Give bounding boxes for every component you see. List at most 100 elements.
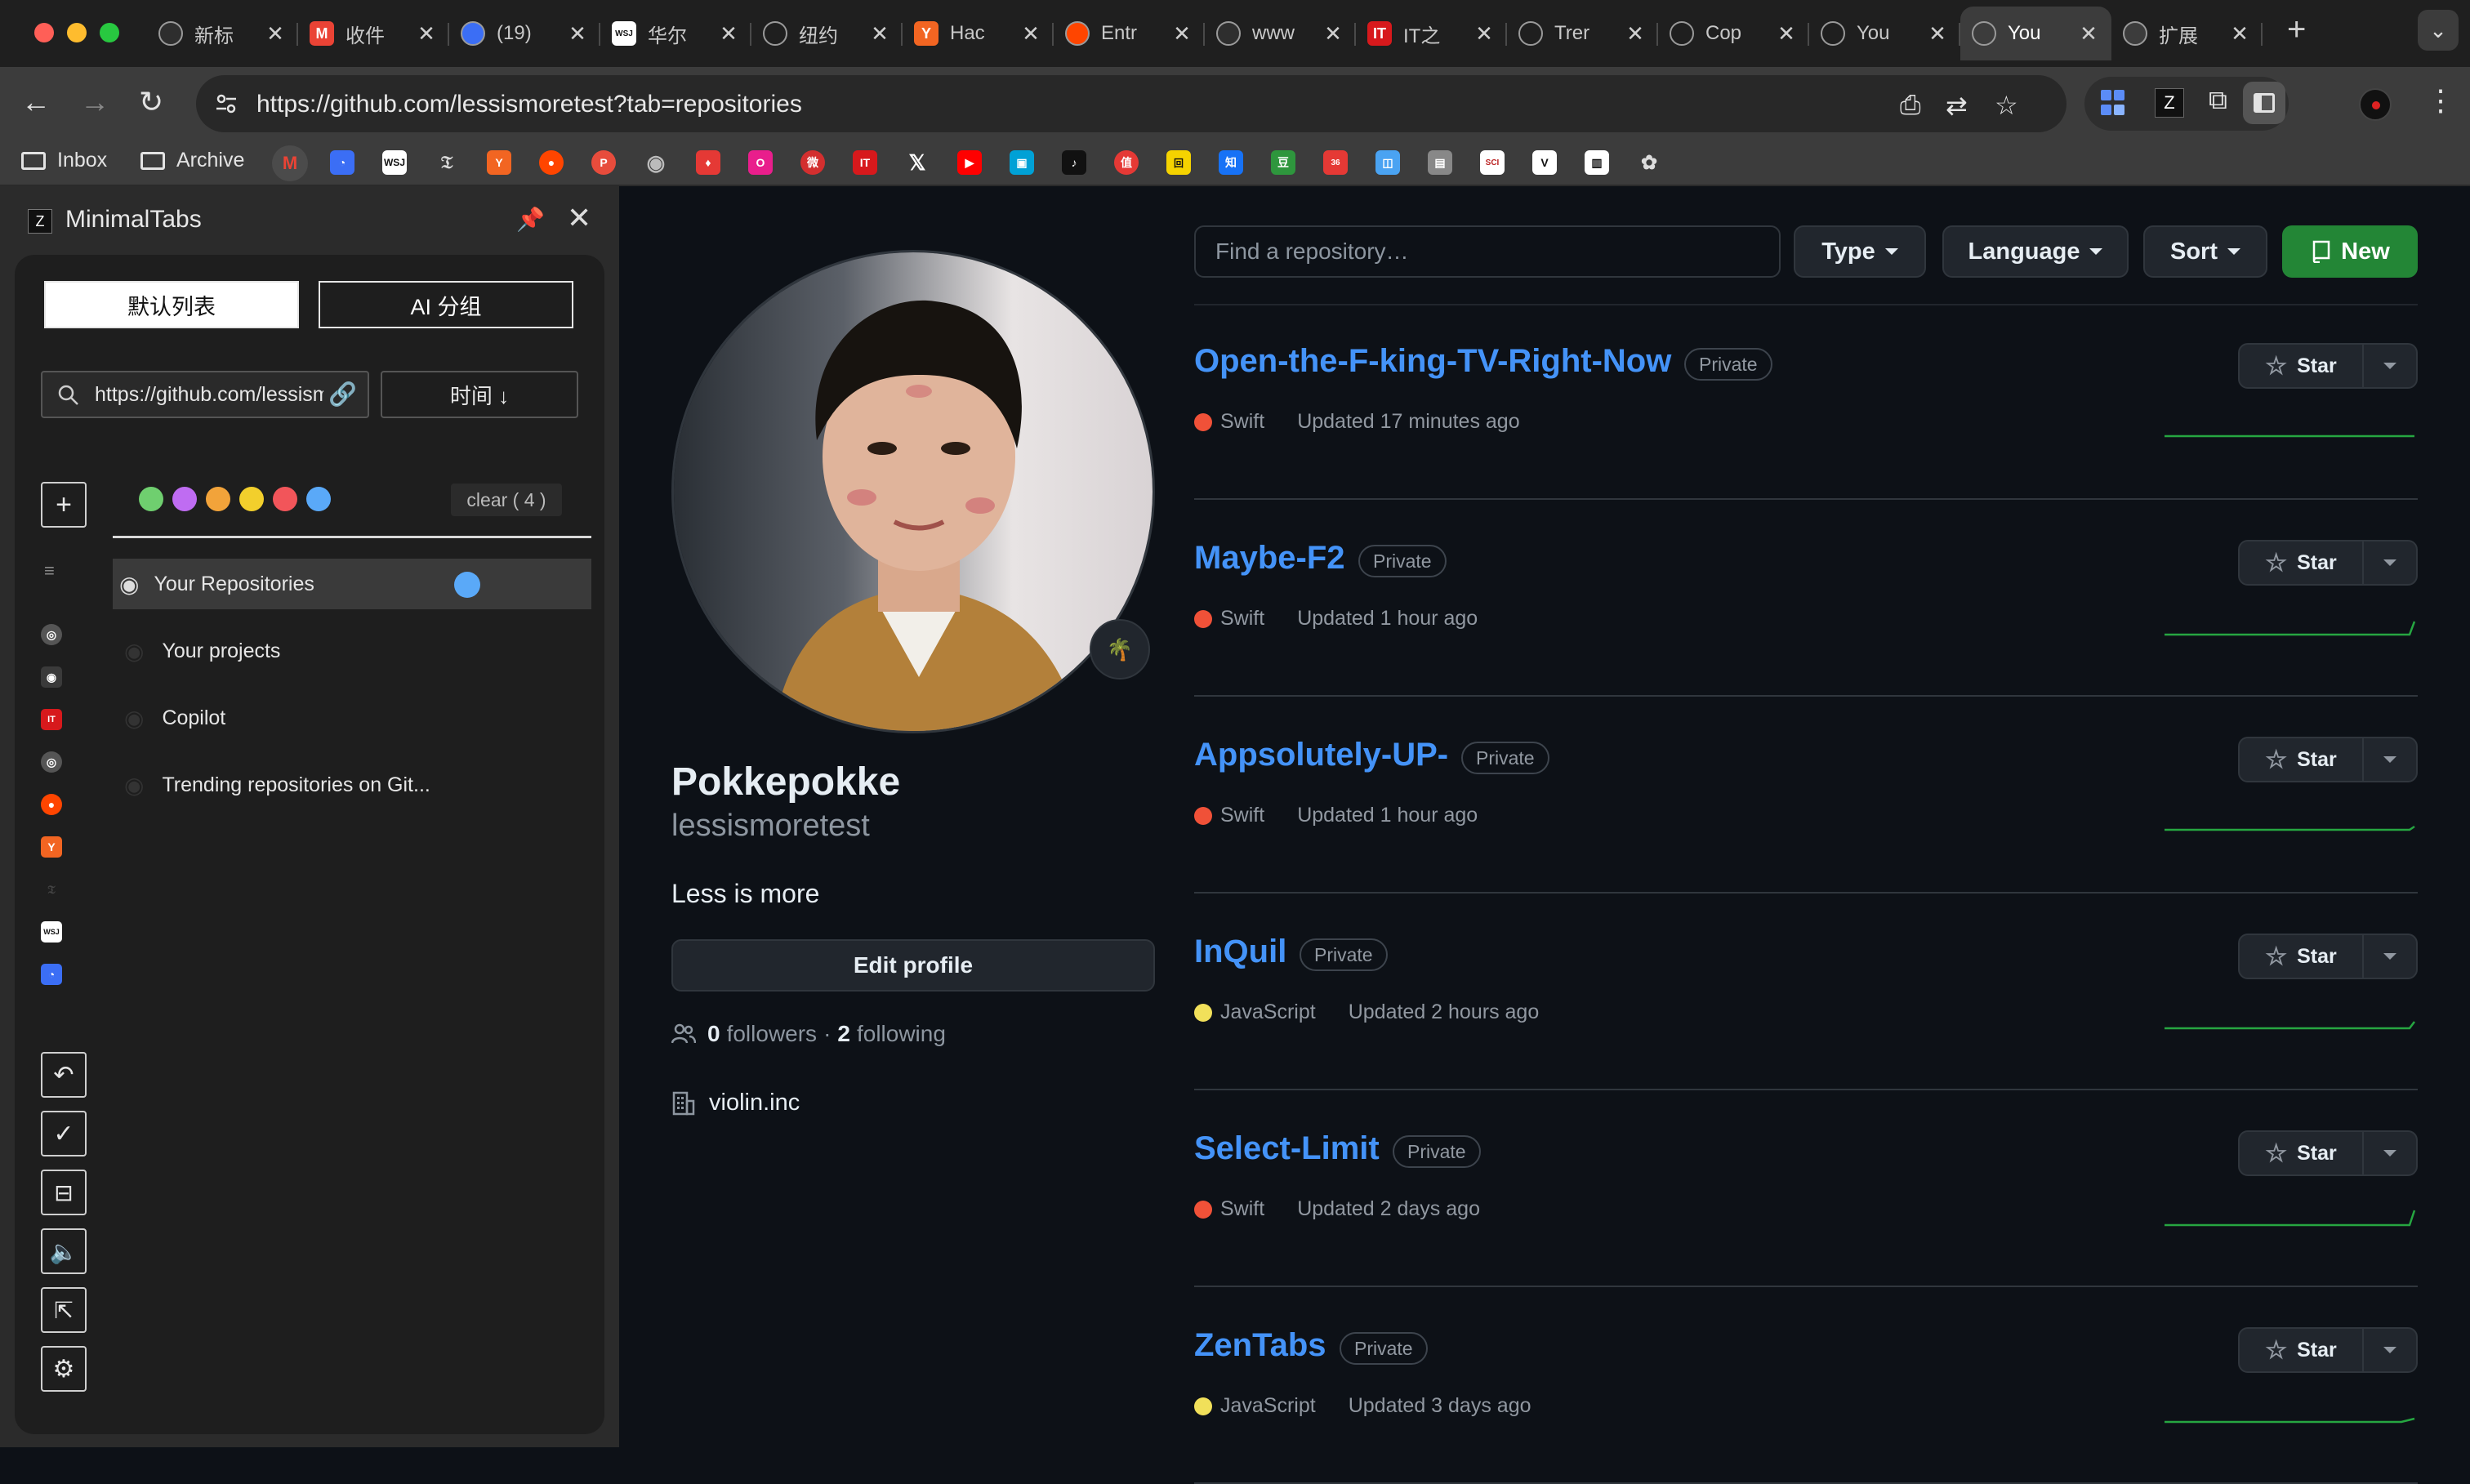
star-list-dropdown[interactable] (2364, 1132, 2416, 1174)
bookmark-reddit[interactable]: ● (539, 150, 564, 175)
wsj-icon[interactable]: WSJ (41, 921, 62, 943)
browser-tab[interactable]: M 收件 ✕ (298, 7, 449, 60)
add-group-button[interactable]: + (41, 482, 87, 528)
close-tab-icon[interactable]: ✕ (1019, 21, 1042, 47)
site-info-icon[interactable] (214, 91, 239, 116)
star-button[interactable]: ☆ Star (2240, 738, 2364, 781)
clock-icon[interactable]: ◔ (41, 964, 62, 985)
browser-tab[interactable]: You ✕ (1960, 7, 2111, 60)
chrome-icon[interactable]: ◎ (41, 751, 62, 773)
default-list-tab[interactable]: 默认列表 (44, 281, 299, 328)
close-tab-icon[interactable]: ✕ (1170, 21, 1193, 47)
browser-tab[interactable]: 扩展 ✕ (2111, 7, 2263, 60)
bookmark-news[interactable]: 回 (1166, 150, 1191, 175)
browser-tab[interactable]: IT IT之 ✕ (1356, 7, 1507, 60)
star-list-dropdown[interactable] (2364, 1329, 2416, 1371)
tab-item-copilot[interactable]: ◉ Copilot (113, 693, 591, 743)
settings-gear-icon[interactable]: ⚙ (41, 1346, 87, 1392)
color-filter-dot[interactable] (172, 487, 197, 511)
color-filter-dot[interactable] (306, 487, 331, 511)
browser-tab[interactable]: 纽约 ✕ (751, 7, 903, 60)
close-tab-icon[interactable]: ✕ (2228, 21, 2251, 47)
color-filter-dot[interactable] (273, 487, 297, 511)
find-repository-input[interactable] (1194, 225, 1781, 278)
link-icon[interactable]: 🔗 (328, 381, 357, 408)
star-button[interactable]: ☆ Star (2240, 345, 2364, 387)
repo-name-link[interactable]: Appsolutely-UP- (1194, 737, 1448, 773)
ithome-icon[interactable]: IT (41, 709, 62, 730)
url-text[interactable]: https://github.com/lessismoretest?tab=re… (256, 91, 802, 118)
tab-item-trending[interactable]: ◉ Trending repositories on Git... (113, 760, 591, 810)
install-app-icon[interactable]: ⎙ (1900, 90, 1921, 121)
bookmark-wsj[interactable]: WSJ (382, 150, 407, 175)
browser-tab[interactable]: You ✕ (1809, 7, 1960, 60)
language-filter-button[interactable]: Language (1942, 225, 2129, 278)
star-button[interactable]: ☆ Star (2240, 1329, 2364, 1371)
browser-tab[interactable]: www ✕ (1205, 7, 1356, 60)
close-tab-icon[interactable]: ✕ (566, 21, 589, 47)
bookmark-github[interactable]: ◉ (644, 150, 668, 175)
bookmark-producthunt[interactable]: P (591, 150, 616, 175)
extension-grid-icon[interactable] (2101, 90, 2127, 116)
sort-by-time-button[interactable]: 时间 ↓ (381, 371, 578, 418)
browser-tab[interactable]: Cop ✕ (1658, 7, 1809, 60)
browser-tab[interactable]: Y Hac ✕ (903, 7, 1054, 60)
bookmark-verge[interactable]: V (1532, 150, 1557, 175)
bookmark-star-icon[interactable]: ☆ (1995, 90, 2018, 121)
back-button[interactable]: ← (21, 85, 51, 119)
repo-name-link[interactable]: ZenTabs (1194, 1327, 1326, 1364)
edit-profile-button[interactable]: Edit profile (671, 939, 1155, 992)
status-emoji-badge[interactable]: 🌴 (1090, 619, 1150, 680)
archive-icon[interactable]: ⊟ (41, 1170, 87, 1215)
address-bar[interactable]: https://github.com/lessismoretest?tab=re… (196, 75, 2067, 132)
bookmark-x[interactable]: 𝕏 (905, 150, 930, 175)
close-tab-icon[interactable]: ✕ (1775, 21, 1798, 47)
close-tab-icon[interactable]: ✕ (1473, 21, 1496, 47)
bookmark-clock[interactable]: ◔ (330, 150, 354, 175)
bookmark-zhihu[interactable]: 知 (1219, 150, 1243, 175)
pin-icon[interactable]: 📌 (516, 206, 545, 233)
bookmark-gmail[interactable]: M (272, 145, 308, 181)
bookmark-bilibili[interactable]: ▣ (1010, 150, 1034, 175)
new-repository-button[interactable]: New (2282, 225, 2418, 278)
close-tab-icon[interactable]: ✕ (415, 21, 438, 47)
type-filter-button[interactable]: Type (1794, 225, 1926, 278)
star-list-dropdown[interactable] (2364, 935, 2416, 978)
side-panel-toggle-icon[interactable] (2243, 82, 2285, 124)
bookmark-douban[interactable]: 豆 (1271, 150, 1295, 175)
check-icon[interactable]: ✓ (41, 1111, 87, 1156)
followers-count[interactable]: 0 (707, 1021, 720, 1047)
star-list-dropdown[interactable] (2364, 738, 2416, 781)
extensions-puzzle-icon[interactable]: ⧉ (2209, 85, 2227, 116)
translate-icon[interactable]: ⇄ (1946, 90, 1968, 121)
tab-search-button[interactable]: ⌄ (2418, 10, 2459, 51)
bookmark-photo[interactable]: ▤ (1428, 150, 1452, 175)
browser-tab[interactable]: Trer ✕ (1507, 7, 1658, 60)
new-tab-button[interactable]: + (2287, 11, 2306, 48)
reload-button[interactable]: ↻ (139, 85, 163, 119)
close-window-button[interactable] (34, 23, 54, 42)
reply-all-icon[interactable]: ↶ (41, 1052, 87, 1098)
color-filter-dot[interactable] (139, 487, 163, 511)
repo-name-link[interactable]: Maybe-F2 (1194, 540, 1345, 577)
maximize-window-button[interactable] (100, 23, 119, 42)
repo-name-link[interactable]: Select-Limit (1194, 1130, 1380, 1167)
bookmark-folder-inbox[interactable]: Inbox (21, 149, 107, 172)
chrome-icon[interactable]: ◎ (41, 624, 62, 645)
sort-filter-button[interactable]: Sort (2143, 225, 2267, 278)
star-list-dropdown[interactable] (2364, 345, 2416, 387)
browser-tab[interactable]: WSJ 华尔 ✕ (600, 7, 751, 60)
reddit-icon[interactable]: ● (41, 794, 62, 815)
tab-item-your-repositories[interactable]: ◉ Your Repositories (113, 559, 591, 609)
bookmark-tiktok[interactable]: ♪ (1062, 150, 1086, 175)
browser-tab[interactable]: Entr ✕ (1054, 7, 1205, 60)
list-icon[interactable]: ≡ (44, 562, 62, 580)
color-filter-dot[interactable] (206, 487, 230, 511)
followers-link[interactable]: followers (727, 1021, 817, 1047)
nyt-icon[interactable]: 𝔗 (41, 879, 62, 900)
ycombinator-icon[interactable]: Y (41, 836, 62, 858)
color-filter-dot[interactable] (239, 487, 264, 511)
close-tab-icon[interactable]: ✕ (717, 21, 740, 47)
close-tab-icon[interactable]: ✕ (868, 21, 891, 47)
github-icon[interactable]: ◉ (41, 666, 62, 688)
